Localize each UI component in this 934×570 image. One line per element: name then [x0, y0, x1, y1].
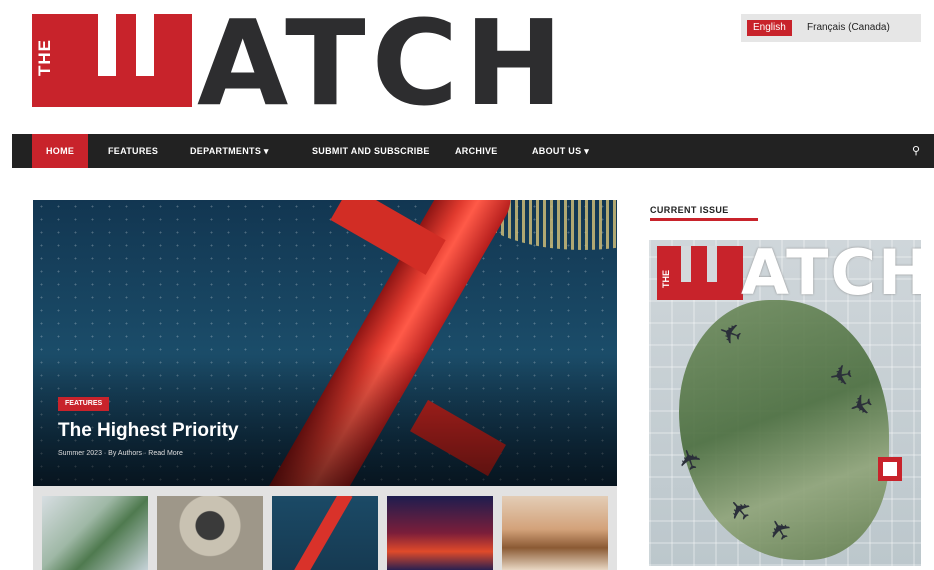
sidebar-heading: CURRENT ISSUE [650, 205, 729, 215]
thumbnail-map[interactable] [42, 496, 148, 570]
logo-rest-text: ATCH [197, 0, 570, 132]
thumbnail-rocket[interactable] [272, 496, 378, 570]
nav-about-us[interactable]: ABOUT US ▾ [532, 134, 589, 168]
nav-departments[interactable]: DEPARTMENTS ▾ [190, 134, 269, 168]
nav-submit-subscribe[interactable]: SUBMIT AND SUBSCRIBE [312, 134, 430, 168]
sidebar-heading-underline [650, 218, 758, 221]
cover-emblem [878, 457, 902, 481]
logo-w-block [60, 14, 192, 107]
language-switcher: English Français (Canada) [741, 14, 921, 42]
logo-w-slot [98, 14, 116, 76]
thumbnail-satellite[interactable] [157, 496, 263, 570]
main-nav: HOME FEATURES DEPARTMENTS ▾ SUBMIT AND S… [12, 134, 934, 168]
hero-thumbnail-strip [33, 486, 617, 570]
hero-category-badge[interactable]: FEATURES [58, 397, 110, 411]
hero-feature[interactable]: FEATURES The Highest Priority Summer 202… [33, 200, 617, 486]
site-logo[interactable]: THE ATCH [32, 4, 563, 122]
nav-home[interactable]: HOME [32, 134, 89, 168]
nav-features[interactable]: FEATURES [108, 134, 158, 168]
thumbnail-boot[interactable] [502, 496, 608, 570]
cover-logo-rest: ATCH [741, 240, 921, 309]
hero-shade [33, 350, 617, 486]
cover-the-text: THE [661, 270, 671, 288]
thumbnail-city[interactable] [387, 496, 493, 570]
logo-w-slot [136, 14, 154, 76]
logo-the-block: THE [32, 14, 60, 107]
hero-meta: Summer 2023 · By Authors · Read More [58, 450, 183, 457]
mini-rocket [285, 496, 353, 570]
nav-archive[interactable]: ARCHIVE [455, 134, 498, 168]
cover-logo-slot [681, 246, 691, 282]
language-english-button[interactable]: English [747, 20, 792, 36]
current-issue-cover[interactable]: THE ATCH ✈ ✈ ✈ ✈ ✈ ✈ [649, 240, 921, 566]
jet-icon: ✈ [826, 357, 856, 392]
logo-the-text: THE [35, 39, 54, 76]
search-icon[interactable]: ⚲ [912, 134, 920, 168]
hero-title[interactable]: The Highest Priority [58, 420, 239, 442]
cover-logo-slot [707, 246, 717, 282]
language-french-link[interactable]: Français (Canada) [807, 20, 890, 36]
